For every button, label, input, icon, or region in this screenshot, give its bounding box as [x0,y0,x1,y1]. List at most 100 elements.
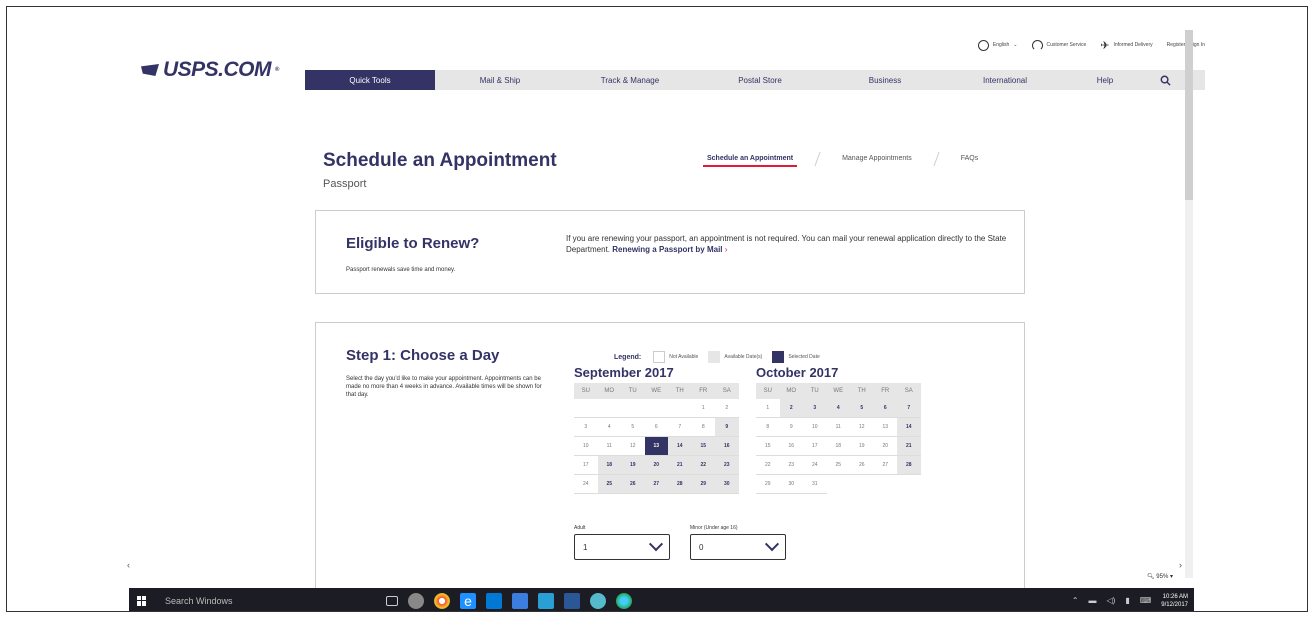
windows-start-icon[interactable] [137,595,147,606]
chrome-icon[interactable] [434,592,450,609]
calendar-day: 25 [826,456,850,475]
calendar-day-selected[interactable]: 13 [644,437,668,456]
scroll-left-arrow[interactable]: ‹ [127,560,130,570]
calendar-day: 7 [668,418,692,437]
vertical-scrollbar[interactable] [1185,30,1193,578]
calendar-day: 17 [574,456,598,475]
calendar-day[interactable]: 21 [668,456,692,475]
zoom-value: 95% [1156,574,1169,580]
informed-delivery-link[interactable]: ✈ Informed Delivery [1100,39,1152,52]
calendar-day[interactable]: 2 [779,399,803,418]
app-icon[interactable] [590,592,606,609]
task-view-icon[interactable] [386,595,398,606]
renew-card: Eligible to Renew? Passport renewals sav… [315,210,1025,294]
calendar-day[interactable]: 9 [715,418,739,437]
calendar-day: 29 [756,475,780,494]
calendar-day[interactable]: 30 [715,475,739,494]
legend-not-available: Not Available [669,354,699,360]
calendar-day: 3 [574,418,598,437]
calendar-day[interactable]: 15 [691,437,715,456]
nav-postal-store[interactable]: Postal Store [695,70,825,90]
tab-manage-appointments[interactable]: Manage Appointments [838,155,916,162]
tab-faqs[interactable]: FAQs [957,155,983,162]
day-of-week-header: MO [597,383,621,399]
registered-mark: ® [275,67,279,73]
network-icon[interactable]: ▬ [1089,596,1097,605]
system-tray: ⌃ ▬ ◁) ▮ ⌨ 10:26 AM 9/12/2017 [1072,593,1194,609]
page-header: Schedule an Appointment Passport [323,150,557,190]
nav-international[interactable]: International [945,70,1065,90]
nav-business[interactable]: Business [825,70,945,90]
volume-icon[interactable]: ◁) [1107,596,1116,605]
keyboard-icon[interactable]: ⌨ [1140,596,1152,605]
calendar-day[interactable]: 19 [621,456,645,475]
customer-service-link[interactable]: Customer Service [1031,39,1086,51]
calendar-legend: Legend: Not Available Available Date(s) … [614,351,826,363]
calendar-day[interactable]: 7 [897,399,921,418]
nav-quick-tools[interactable]: Quick Tools [305,70,435,90]
usps-logo[interactable]: USPS.COM ® [141,58,279,82]
legend-label: Legend: [614,353,642,361]
calculator-icon[interactable] [512,592,528,609]
word-icon[interactable] [564,592,580,609]
taskbar-search[interactable]: Search Windows [165,596,370,606]
calendar-day[interactable]: 4 [826,399,850,418]
calendar-day[interactable]: 6 [873,399,897,418]
calendar-day[interactable]: 16 [715,437,739,456]
step1-heading: Step 1: Choose a Day [346,347,500,364]
calendar-day[interactable]: 3 [803,399,827,418]
calendar-day: 12 [850,418,874,437]
chevron-down-icon: ⌄ [1013,42,1018,48]
calendar-day[interactable]: 23 [715,456,739,475]
globe-app-icon[interactable] [616,592,632,609]
notification-icon[interactable]: ▮ [1125,596,1129,605]
calendar-day[interactable]: 21 [897,437,921,456]
calendar-day[interactable]: 14 [897,418,921,437]
clock-time: 10:26 AM [1162,593,1188,600]
calendar-day[interactable]: 20 [644,456,668,475]
edge-icon[interactable]: e [460,592,476,609]
calendar-day[interactable]: 14 [668,437,692,456]
calendar-day[interactable]: 27 [644,475,668,494]
calendar-day[interactable]: 25 [597,475,621,494]
calendar-day: 1 [691,399,715,418]
minor-select[interactable]: 0 [690,534,786,560]
clock[interactable]: 10:26 AM 9/12/2017 [1161,593,1188,609]
day-of-week-header: TH [668,383,692,399]
calendar-day: 10 [574,437,598,456]
step1-card: Step 1: Choose a Day Select the day you'… [315,322,1025,590]
day-of-week-header: MO [779,383,803,399]
language-selector[interactable]: English ⌄ [977,39,1018,51]
chevron-down-icon [764,537,780,552]
nav-help[interactable]: Help [1065,70,1145,90]
calendar-title: October 2017 [756,365,839,380]
calendar-day[interactable]: 18 [597,456,621,475]
tab-schedule-appointment[interactable]: Schedule an Appointment [703,155,798,167]
calendar-day[interactable]: 26 [621,475,645,494]
cortana-icon[interactable] [408,592,424,609]
zoom-level[interactable]: 🔍︎ 95% ▾ [1147,573,1173,580]
nav-mail-ship[interactable]: Mail & Ship [435,70,565,90]
calendar-day: 2 [715,399,739,418]
file-explorer-icon[interactable] [538,592,554,609]
calendar-october: October 2017 SU MO TU WE TH FR SA 1 2 3 4 5 6 7 8 9 10 11… [756,365,921,494]
calendar-day: 15 [756,437,780,456]
eagle-icon [141,64,159,76]
calendar-day[interactable]: 28 [668,475,692,494]
scrollbar-thumb[interactable] [1185,30,1193,200]
scroll-right-arrow[interactable]: › [1179,560,1182,570]
clock-date: 9/12/2017 [1161,601,1188,608]
calendar-day[interactable]: 22 [691,456,715,475]
calendar-day[interactable]: 29 [691,475,715,494]
show-hidden-icons-icon[interactable]: ⌃ [1072,596,1079,605]
headset-icon [1031,39,1043,51]
renew-by-mail-link[interactable]: Renewing a Passport by Mail [612,245,722,254]
outlook-icon[interactable] [486,592,502,609]
calendar-day: 18 [826,437,850,456]
day-of-week-header: FR [873,383,897,399]
nav-track-manage[interactable]: Track & Manage [565,70,695,90]
adult-select[interactable]: 1 [574,534,670,560]
calendar-day[interactable]: 28 [897,456,921,475]
search-icon[interactable] [1145,70,1185,90]
calendar-day[interactable]: 5 [850,399,874,418]
